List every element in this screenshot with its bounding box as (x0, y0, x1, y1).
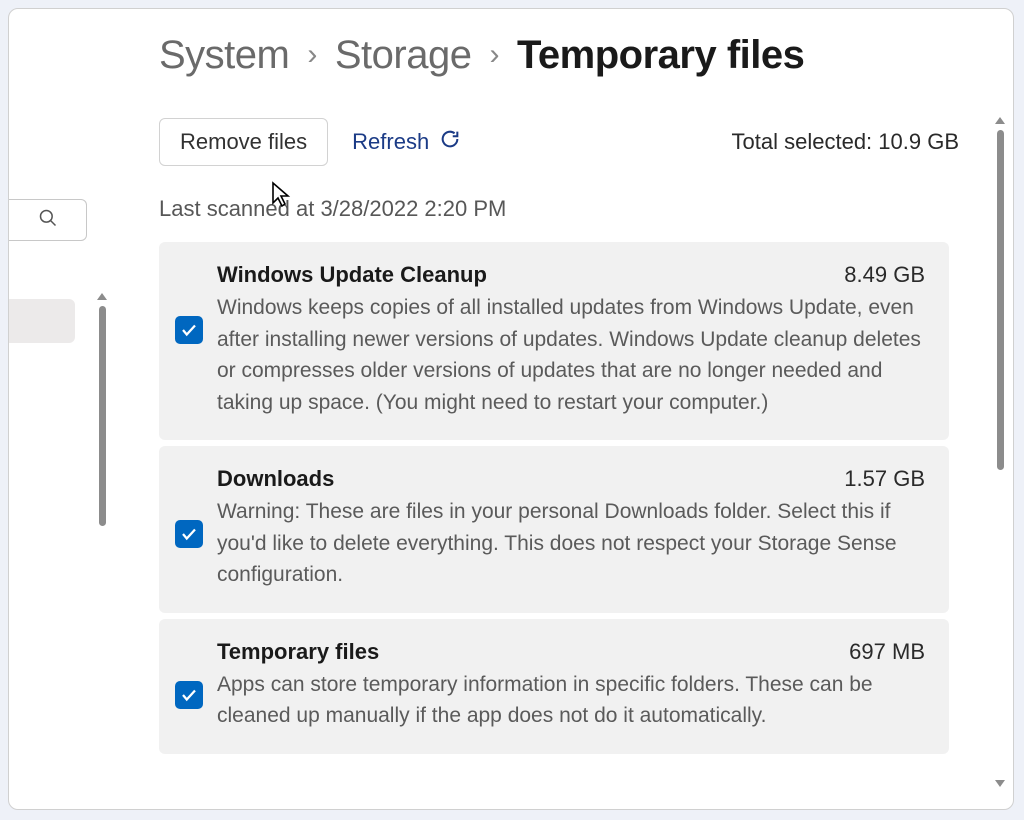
scroll-down-icon[interactable] (995, 780, 1005, 787)
breadcrumb-current: Temporary files (517, 33, 804, 78)
nav-selected-item[interactable] (9, 299, 75, 343)
main-content: System › Storage › Temporary files Remov… (159, 33, 979, 754)
refresh-icon (439, 128, 461, 156)
scroll-up-icon[interactable] (97, 293, 107, 300)
item-description: Apps can store temporary information in … (217, 669, 925, 732)
total-selected-label: Total selected: 10.9 GB (732, 129, 979, 155)
breadcrumb-storage[interactable]: Storage (335, 33, 472, 78)
item-description: Windows keeps copies of all installed up… (217, 292, 925, 418)
right-scrollbar[interactable] (993, 117, 1007, 787)
item-title: Temporary files (217, 639, 379, 665)
checkbox-windows-update-cleanup[interactable] (175, 316, 203, 344)
scroll-thumb[interactable] (99, 306, 106, 526)
item-size: 1.57 GB (844, 466, 925, 492)
list-item[interactable]: Windows Update Cleanup 8.49 GB Windows k… (159, 242, 949, 440)
breadcrumb-system[interactable]: System (159, 33, 289, 78)
action-row: Remove files Refresh Total selected: 10.… (159, 118, 979, 166)
breadcrumb: System › Storage › Temporary files (159, 33, 979, 78)
chevron-right-icon: › (489, 38, 499, 72)
refresh-button[interactable]: Refresh (352, 128, 461, 156)
temp-file-list: Windows Update Cleanup 8.49 GB Windows k… (159, 242, 949, 754)
chevron-right-icon: › (307, 38, 317, 72)
item-title: Windows Update Cleanup (217, 262, 487, 288)
settings-window: System › Storage › Temporary files Remov… (8, 8, 1014, 810)
list-item[interactable]: Temporary files 697 MB Apps can store te… (159, 619, 949, 754)
refresh-label: Refresh (352, 129, 429, 155)
item-description: Warning: These are files in your persona… (217, 496, 925, 591)
remove-files-button[interactable]: Remove files (159, 118, 328, 166)
search-input[interactable] (9, 199, 87, 241)
list-item[interactable]: Downloads 1.57 GB Warning: These are fil… (159, 446, 949, 613)
item-title: Downloads (217, 466, 334, 492)
scroll-up-icon[interactable] (995, 117, 1005, 124)
checkbox-downloads[interactable] (175, 520, 203, 548)
checkbox-temporary-files[interactable] (175, 681, 203, 709)
item-size: 697 MB (849, 639, 925, 665)
left-scrollbar[interactable] (95, 293, 109, 793)
scroll-thumb[interactable] (997, 130, 1004, 470)
search-icon (38, 208, 58, 233)
last-scanned-label: Last scanned at 3/28/2022 2:20 PM (159, 196, 979, 222)
left-rail (9, 9, 89, 809)
item-size: 8.49 GB (844, 262, 925, 288)
